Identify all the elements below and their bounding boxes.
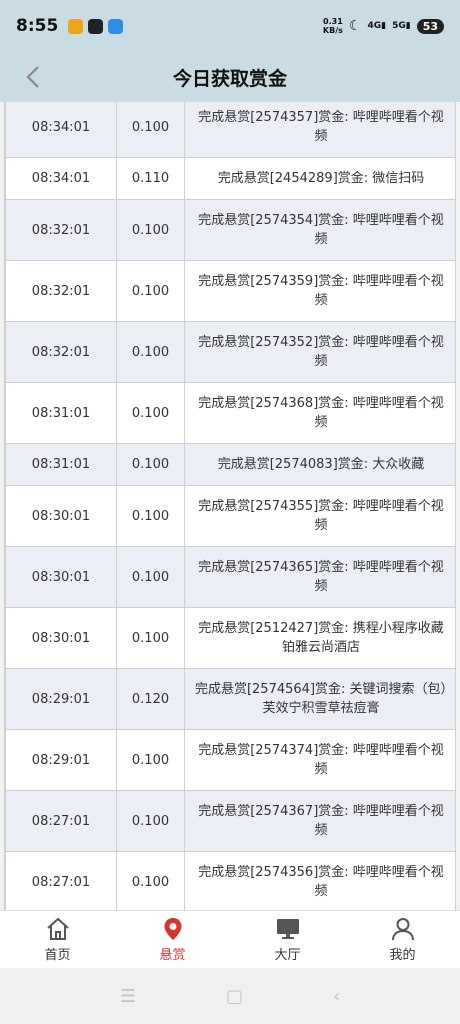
bounty-table-body: 08:34:01 0.100 完成悬赏[2574357]赏金: 哔哩哔哩看个视频 08…: [5, 102, 455, 910]
table-row: 08:29:01 0.100 完成悬赏[2574374]赏金: 哔哩哔哩看个视频: [5, 729, 455, 791]
tab-mine[interactable]: 我的: [345, 911, 460, 968]
cell-desc: 完成悬赏[2574564]赏金: 关键词搜索（包）芙效宁积雪草祛痘膏: [184, 668, 455, 730]
cell-amount: 0.100: [116, 102, 185, 158]
cell-amount: 0.100: [116, 382, 185, 444]
status-indicators: 0.31 KB/s ☾ 4G▮ 5G▮ 53: [323, 17, 444, 35]
app-notification-icon: [88, 18, 104, 34]
cell-desc: 完成悬赏[2574365]赏金: 哔哩哔哩看个视频: [184, 546, 455, 608]
tab-hall[interactable]: 大厅: [230, 911, 345, 968]
cell-desc: 完成悬赏[2512427]赏金: 携程小程序收藏铂雅云尚酒店: [184, 607, 455, 669]
status-bar: 8:55 0.31 KB/s ☾ 4G▮ 5G▮ 53: [0, 0, 460, 52]
cell-desc: 完成悬赏[2574374]赏金: 哔哩哔哩看个视频: [184, 729, 455, 791]
table-row: 08:32:01 0.100 完成悬赏[2574352]赏金: 哔哩哔哩看个视频: [5, 321, 455, 383]
cell-amount: 0.120: [116, 668, 185, 730]
cell-amount: 0.100: [116, 729, 185, 791]
status-time: 8:55: [16, 16, 59, 36]
table-row: 08:30:01 0.100 完成悬赏[2512427]赏金: 携程小程序收藏铂雅云…: [5, 607, 455, 669]
cell-amount: 0.110: [116, 157, 185, 200]
cell-amount: 0.100: [116, 851, 185, 910]
chevron-left-icon: [26, 66, 39, 88]
cell-amount: 0.100: [116, 607, 185, 669]
system-nav-bar: ☰ ▢ ‹: [0, 968, 460, 1024]
tab-label: 首页: [44, 948, 71, 963]
table-row: 08:27:01 0.100 完成悬赏[2574367]赏金: 哔哩哔哩看个视频: [5, 790, 455, 852]
cell-desc: 完成悬赏[2574359]赏金: 哔哩哔哩看个视频: [184, 260, 455, 322]
cell-time: 08:29:01: [5, 729, 117, 791]
battery-icon: 53: [416, 18, 444, 34]
cell-desc: 完成悬赏[2574356]赏金: 哔哩哔哩看个视频: [184, 851, 455, 910]
bounty-table[interactable]: 08:34:01 0.100 完成悬赏[2574357]赏金: 哔哩哔哩看个视频 08…: [4, 102, 456, 910]
table-row: 08:30:01 0.100 完成悬赏[2574355]赏金: 哔哩哔哩看个视频: [5, 485, 455, 547]
monitor-icon: [276, 919, 299, 939]
tab-label: 我的: [389, 948, 416, 963]
cell-desc: 完成悬赏[2574367]赏金: 哔哩哔哩看个视频: [184, 790, 455, 852]
cell-amount: 0.100: [116, 546, 185, 608]
cell-desc: 完成悬赏[2454289]赏金: 微信扫码: [184, 157, 455, 200]
signal-icon: 5G▮: [392, 21, 411, 31]
cell-amount: 0.100: [116, 485, 185, 547]
cell-time: 08:30:01: [5, 607, 117, 669]
table-row: 08:29:01 0.120 完成悬赏[2574564]赏金: 关键词搜索（包）芙效…: [5, 668, 455, 730]
back-triangle-icon[interactable]: ‹: [333, 986, 340, 1007]
table-row: 08:32:01 0.100 完成悬赏[2574354]赏金: 哔哩哔哩看个视频: [5, 199, 455, 261]
cell-amount: 0.100: [116, 790, 185, 852]
tab-home[interactable]: 首页: [0, 911, 115, 968]
net-speed: 0.31 KB/s: [322, 17, 343, 35]
page-header: 今日获取赏金: [0, 52, 460, 102]
cell-desc: 完成悬赏[2574357]赏金: 哔哩哔哩看个视频: [184, 102, 455, 158]
tab-label: 大厅: [274, 948, 301, 963]
home-square-icon[interactable]: ▢: [226, 986, 243, 1007]
cell-time: 08:30:01: [5, 546, 117, 608]
cell-amount: 0.100: [116, 199, 185, 261]
cell-desc: 完成悬赏[2574352]赏金: 哔哩哔哩看个视频: [184, 321, 455, 383]
cell-desc: 完成悬赏[2574355]赏金: 哔哩哔哩看个视频: [184, 485, 455, 547]
cell-amount: 0.100: [116, 260, 185, 322]
back-button[interactable]: [18, 62, 48, 92]
cell-time: 08:31:01: [5, 443, 117, 486]
tab-label: 悬赏: [159, 948, 186, 963]
table-row: 08:30:01 0.100 完成悬赏[2574365]赏金: 哔哩哔哩看个视频: [5, 546, 455, 608]
status-app-icons: [68, 18, 124, 34]
cell-time: 08:32:01: [5, 260, 117, 322]
cell-time: 08:34:01: [5, 102, 117, 158]
signal-icon: 4G▮: [367, 21, 387, 31]
cell-time: 08:27:01: [5, 790, 117, 852]
cell-time: 08:27:01: [5, 851, 117, 910]
app-notification-icon: [68, 18, 84, 34]
home-icon: [46, 917, 69, 940]
tab-bounty[interactable]: 悬赏: [115, 911, 230, 968]
cell-time: 08:29:01: [5, 668, 117, 730]
cell-time: 08:30:01: [5, 485, 117, 547]
cell-desc: 完成悬赏[2574083]赏金: 大众收藏: [184, 443, 455, 486]
cell-desc: 完成悬赏[2574354]赏金: 哔哩哔哩看个视频: [184, 199, 455, 261]
cell-time: 08:34:01: [5, 157, 117, 200]
table-row: 08:31:01 0.100 完成悬赏[2574083]赏金: 大众收藏: [5, 443, 455, 486]
cell-time: 08:32:01: [5, 321, 117, 383]
cell-time: 08:32:01: [5, 199, 117, 261]
cell-amount: 0.100: [116, 443, 185, 486]
table-row: 08:34:01 0.110 完成悬赏[2454289]赏金: 微信扫码: [5, 157, 455, 200]
table-row: 08:31:01 0.100 完成悬赏[2574368]赏金: 哔哩哔哩看个视频: [5, 382, 455, 444]
table-row: 08:34:01 0.100 完成悬赏[2574357]赏金: 哔哩哔哩看个视频: [5, 102, 455, 158]
table-row: 08:32:01 0.100 完成悬赏[2574359]赏金: 哔哩哔哩看个视频: [5, 260, 455, 322]
bottom-tab-bar: 首页 悬赏 大厅 我的: [0, 910, 460, 968]
table-row: 08:27:01 0.100 完成悬赏[2574356]赏金: 哔哩哔哩看个视频: [5, 851, 455, 910]
cell-time: 08:31:01: [5, 382, 117, 444]
app-notification-icon: [108, 18, 124, 34]
cell-desc: 完成悬赏[2574368]赏金: 哔哩哔哩看个视频: [184, 382, 455, 444]
cell-amount: 0.100: [116, 321, 185, 383]
menu-icon[interactable]: ☰: [120, 986, 136, 1007]
location-pin-icon: [164, 918, 181, 940]
page-title: 今日获取赏金: [172, 67, 287, 90]
moon-icon: ☾: [348, 18, 362, 34]
user-icon: [391, 918, 414, 941]
